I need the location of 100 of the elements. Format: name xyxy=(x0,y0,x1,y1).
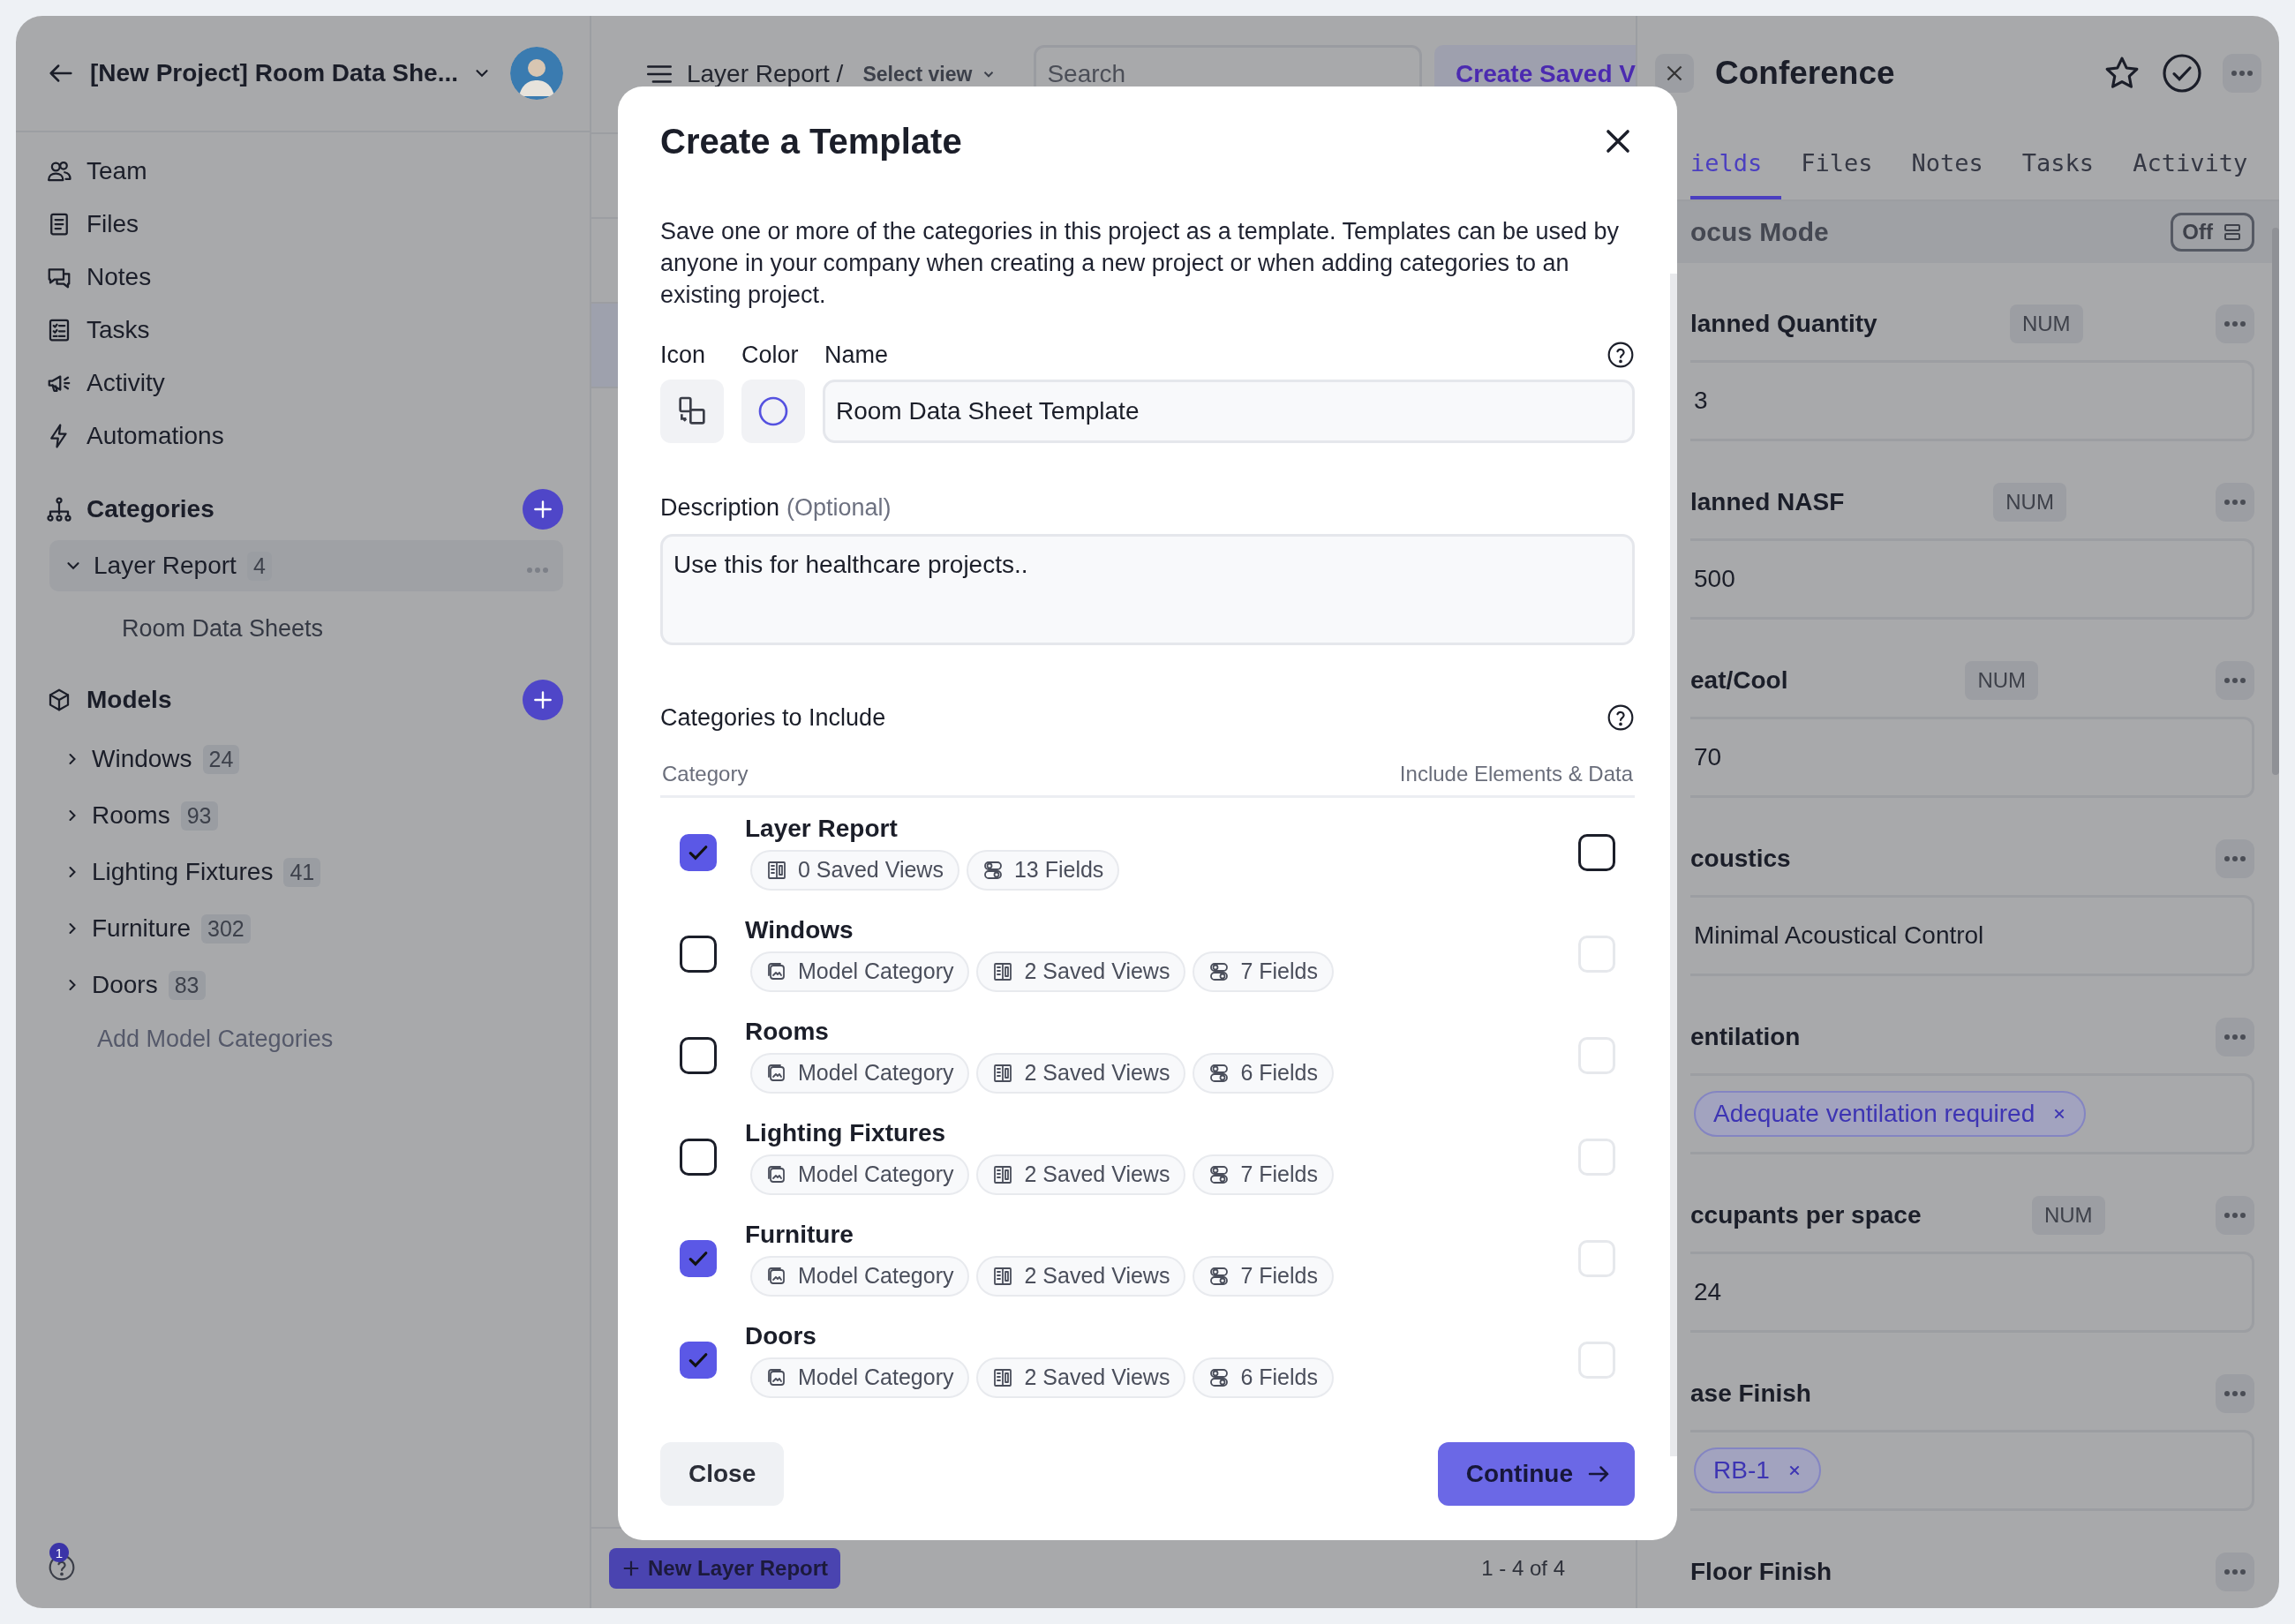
chip-label: 2 Saved Views xyxy=(1024,959,1170,984)
icon-label: Icon xyxy=(660,341,707,369)
description-label: Description xyxy=(660,494,780,522)
field-type-badge: NUM xyxy=(2009,304,2083,343)
toggles-icon xyxy=(982,859,1004,881)
check-circle-icon[interactable] xyxy=(2161,51,2203,94)
dialog-title: Create a Template xyxy=(660,121,962,162)
scrollbar[interactable] xyxy=(1670,274,1677,1456)
more-button[interactable] xyxy=(2216,1018,2254,1056)
icon-picker[interactable] xyxy=(660,380,724,443)
chip-label: 6 Fields xyxy=(1240,1365,1318,1390)
more-icon[interactable] xyxy=(2224,499,2246,506)
category-name: Furniture xyxy=(745,1220,854,1249)
more-button[interactable] xyxy=(2216,839,2254,878)
add-button[interactable] xyxy=(523,680,563,720)
help-icon[interactable] xyxy=(1606,341,1635,369)
focus-mode-toggle[interactable]: Off xyxy=(2171,212,2254,252)
more-button[interactable] xyxy=(2216,661,2254,700)
field-label: lanned Quantity xyxy=(1690,310,1877,338)
chip-label: 6 Fields xyxy=(1240,1060,1318,1086)
field-type-badge: NUM xyxy=(1965,661,2039,700)
notification-badge: 1 xyxy=(49,1543,69,1562)
toggles-icon xyxy=(1208,1265,1230,1287)
chip-label: 7 Fields xyxy=(1240,959,1318,984)
checkbox[interactable] xyxy=(680,833,717,871)
tree-child-item[interactable]: Room Data Sheets xyxy=(16,591,590,653)
avatar[interactable] xyxy=(510,47,563,100)
more-icon[interactable] xyxy=(2224,677,2246,684)
tree-item[interactable]: Layer Report 4 xyxy=(49,540,563,591)
more-icon[interactable] xyxy=(2224,320,2246,327)
more-icon[interactable] xyxy=(2224,1212,2246,1219)
chip-label: 2 Saved Views xyxy=(1024,1365,1170,1390)
toggles-icon xyxy=(1208,1062,1230,1084)
tag-field[interactable]: RB-1 xyxy=(1690,1430,2254,1511)
tree-item[interactable]: Rooms 93 xyxy=(49,787,563,844)
optional-hint: (Optional) xyxy=(786,494,892,522)
nav-item[interactable]: Files xyxy=(46,198,563,251)
more-button[interactable] xyxy=(2216,1196,2254,1235)
more-button[interactable] xyxy=(2216,1374,2254,1413)
tree-item[interactable]: Lighting Fixtures 41 xyxy=(49,844,563,900)
tree-item[interactable]: Doors 83 xyxy=(49,957,563,1013)
field-input[interactable]: 500 xyxy=(1690,538,2254,620)
category-name: Rooms xyxy=(745,1017,830,1046)
more-button[interactable] xyxy=(2216,1553,2254,1591)
nav-item[interactable]: Notes xyxy=(46,251,563,304)
more-button[interactable] xyxy=(2216,483,2254,522)
layout-grid-icon xyxy=(992,960,1014,982)
name-field[interactable]: Room Data Sheet Template xyxy=(823,380,1635,443)
image-card-icon xyxy=(766,1265,787,1287)
more-button[interactable] xyxy=(2216,304,2254,343)
add-button[interactable] xyxy=(523,489,563,530)
field-input[interactable]: Minimal Acoustical Control xyxy=(1690,895,2254,976)
tag[interactable]: RB-1 xyxy=(1694,1447,1821,1493)
field-label: entilation xyxy=(1690,1023,1801,1051)
project-title[interactable]: [New Project] Room Data She... xyxy=(90,59,458,87)
color-picker[interactable] xyxy=(741,380,805,443)
panel-tab[interactable]: Tasks xyxy=(2002,130,2114,199)
panel-tab[interactable]: Files xyxy=(1781,130,1892,199)
nav-item[interactable]: Automations xyxy=(46,410,563,462)
panel-tab[interactable]: Activity xyxy=(2113,130,2268,199)
scrollbar[interactable] xyxy=(2272,228,2279,775)
chip-label: 2 Saved Views xyxy=(1024,1162,1170,1187)
more-icon[interactable] xyxy=(2224,1568,2246,1575)
field-label: coustics xyxy=(1690,845,1791,873)
include-data-checkbox[interactable] xyxy=(1578,833,1615,871)
field-input[interactable]: 3 xyxy=(1690,360,2254,441)
description-field[interactable]: Use this for healthcare projects.. xyxy=(660,534,1635,645)
panel-title: Conference xyxy=(1715,54,1895,92)
category-name: Lighting Fixtures xyxy=(745,1118,947,1147)
more-icon[interactable] xyxy=(2224,1034,2246,1041)
continue-button[interactable]: Continue xyxy=(1437,1442,1635,1506)
section-title: Categories to Include xyxy=(660,703,886,732)
more-button[interactable] xyxy=(2223,53,2261,93)
chip-label: 13 Fields xyxy=(1013,857,1104,883)
column-header: Category xyxy=(662,762,749,786)
breadcrumb[interactable]: Layer Report / xyxy=(686,60,844,88)
close-dialog-button[interactable]: Close xyxy=(660,1442,785,1506)
tag[interactable]: Adequate ventilation required xyxy=(1694,1091,2087,1137)
chip-label: 0 Saved Views xyxy=(798,857,944,883)
layout-grid-icon xyxy=(992,1265,1014,1287)
view-select[interactable]: Select view xyxy=(855,62,1005,86)
more-icon[interactable] xyxy=(2231,69,2254,77)
field-input[interactable]: 24 xyxy=(1690,1252,2254,1333)
nav-item[interactable]: Activity xyxy=(46,357,563,410)
field-input[interactable]: 70 xyxy=(1690,717,2254,798)
hierarchy-icon xyxy=(46,496,72,523)
tree-item[interactable]: Furniture 302 xyxy=(49,900,563,957)
layout-grid-icon xyxy=(992,1163,1014,1185)
more-icon[interactable] xyxy=(2224,1390,2246,1397)
close-button[interactable] xyxy=(1655,53,1694,93)
nav-item[interactable]: Team xyxy=(46,145,563,198)
help-icon[interactable] xyxy=(1606,703,1635,732)
tree-item[interactable]: Windows 24 xyxy=(49,731,563,787)
plus-icon xyxy=(621,1559,641,1578)
plus-icon xyxy=(531,498,554,521)
nav-item[interactable]: Tasks xyxy=(46,304,563,357)
section-title: Categories xyxy=(87,495,214,523)
tag-field[interactable]: Adequate ventilation required xyxy=(1690,1073,2254,1154)
panel-tab[interactable]: Notes xyxy=(1892,130,2003,199)
more-icon[interactable] xyxy=(2224,855,2246,862)
